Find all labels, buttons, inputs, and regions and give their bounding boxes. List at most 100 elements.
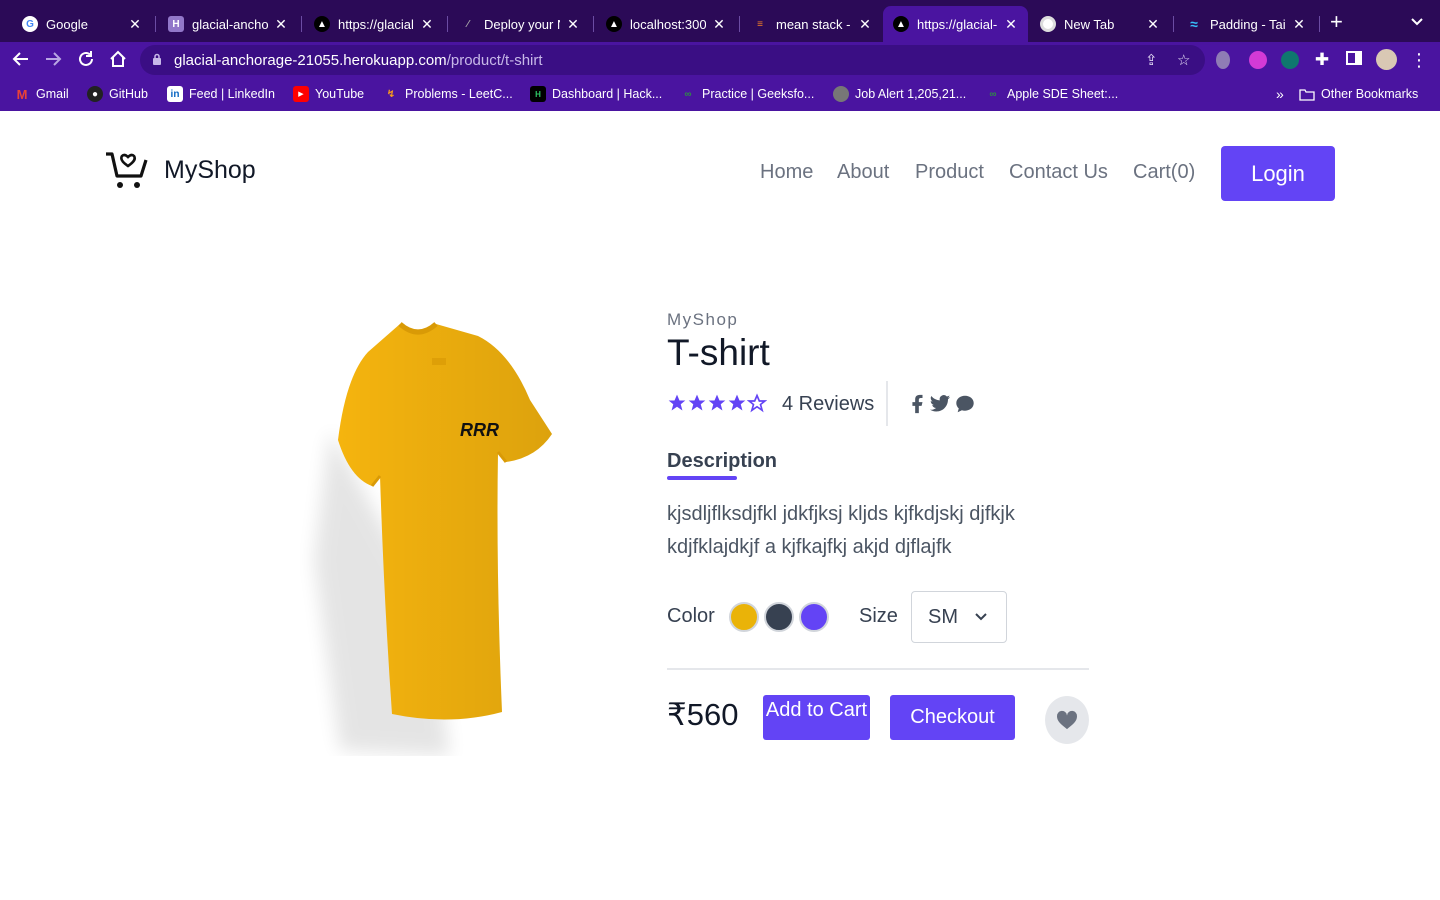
shopping-cart-heart-icon <box>106 152 148 188</box>
tab-label: mean stack - <box>776 16 851 32</box>
bookmark-item[interactable]: Job Alert 1,205,21... <box>833 86 966 102</box>
twitter-icon[interactable] <box>929 393 951 415</box>
tab-label: https://glacial- <box>338 16 414 32</box>
new-tab-button[interactable]: + <box>1330 11 1343 33</box>
star-filled-icon <box>668 394 686 411</box>
browser-tabstrip: G Google ✕ H glacial-anchor ✕ ▲ https://… <box>0 0 1440 42</box>
bookmark-item[interactable]: in Feed | LinkedIn <box>167 86 275 102</box>
facebook-icon[interactable] <box>906 393 928 415</box>
browser-tab[interactable]: G Google ✕ <box>12 6 152 42</box>
divider <box>667 668 1089 670</box>
wishlist-button[interactable] <box>1045 696 1089 744</box>
checkout-button[interactable]: Checkout <box>890 695 1015 740</box>
site-logo[interactable]: MyShop <box>104 150 256 190</box>
close-icon[interactable]: ✕ <box>566 16 580 33</box>
nav-home[interactable]: Home <box>760 161 813 184</box>
browser-tab[interactable]: ≡ mean stack - ✕ <box>742 6 882 42</box>
close-icon[interactable]: ✕ <box>858 16 872 33</box>
close-icon[interactable]: ✕ <box>420 16 434 33</box>
chat-bubble-icon[interactable] <box>954 393 976 415</box>
extension-icon[interactable] <box>1216 51 1230 69</box>
color-label: Color <box>667 605 715 627</box>
gmail-icon: M <box>16 86 28 102</box>
color-swatch-slate[interactable] <box>764 602 794 632</box>
youtube-icon: ▶ <box>293 86 309 102</box>
tab-label: https://glacial- <box>917 16 998 32</box>
other-bookmarks[interactable]: Other Bookmarks <box>1299 86 1418 102</box>
product-description: kjsdljflksdjfkl jdkfjksj kljds kjfkdjskj… <box>667 503 1015 558</box>
tab-divider <box>447 16 448 32</box>
globe-icon <box>833 86 849 102</box>
tab-divider <box>155 16 156 32</box>
bookmark-item[interactable]: H Dashboard | Hack... <box>530 86 662 102</box>
product-price: ₹560 <box>667 697 739 732</box>
divider <box>886 381 888 426</box>
chevron-down-icon <box>975 613 987 621</box>
linkedin-icon: in <box>167 86 183 102</box>
bookmark-item[interactable]: ▶ YouTube <box>293 86 364 102</box>
bookmark-item[interactable]: ↯ Problems - LeetC... <box>383 86 513 102</box>
close-icon[interactable]: ✕ <box>1146 16 1160 33</box>
browser-tab[interactable]: New Tab ✕ <box>1030 6 1170 42</box>
nav-cart[interactable]: Cart(0) <box>1133 161 1195 184</box>
tab-search-chevron-icon[interactable] <box>1410 14 1424 30</box>
browser-tab[interactable]: ▲ https://glacial- ✕ <box>304 6 444 42</box>
side-panel-icon[interactable] <box>1343 50 1365 70</box>
description-tab[interactable]: Description <box>667 450 777 473</box>
tailwind-icon: ≈ <box>1190 16 1198 32</box>
home-icon[interactable] <box>107 50 129 72</box>
reload-icon[interactable] <box>75 50 97 72</box>
bookmark-item[interactable]: ● GitHub <box>87 86 148 102</box>
vercel-triangle-icon: ▲ <box>606 16 622 32</box>
reviews-count[interactable]: 4 Reviews <box>782 393 874 416</box>
product-title: T-shirt <box>667 332 770 373</box>
close-icon[interactable]: ✕ <box>1004 16 1018 33</box>
tab-label: Google <box>46 16 88 32</box>
size-selected-value: SM <box>928 605 958 628</box>
close-icon[interactable]: ✕ <box>712 16 726 33</box>
browser-tab[interactable]: ≈ Padding - Tail ✕ <box>1176 6 1316 42</box>
react-devtools-icon[interactable] <box>1281 51 1299 69</box>
address-bar[interactable]: glacial-anchorage-21055.herokuapp.com/pr… <box>140 45 1205 75</box>
nav-product[interactable]: Product <box>915 161 984 184</box>
browser-tab[interactable]: H glacial-anchor ✕ <box>158 6 298 42</box>
close-icon[interactable]: ✕ <box>1292 16 1306 33</box>
bookmarks-overflow-button[interactable]: » <box>1276 86 1284 102</box>
color-swatch-yellow[interactable] <box>729 602 759 632</box>
profile-avatar[interactable] <box>1376 49 1397 70</box>
close-icon[interactable]: ✕ <box>274 16 288 33</box>
leetcode-icon: ↯ <box>386 88 396 100</box>
bookmark-item[interactable]: M Gmail <box>14 86 69 102</box>
browser-tab-active[interactable]: ▲ https://glacial- ✕ <box>883 6 1028 42</box>
color-swatch-purple[interactable] <box>799 602 829 632</box>
add-to-cart-button[interactable]: Add to Cart <box>763 695 870 740</box>
bookmark-star-icon[interactable]: ☆ <box>1177 51 1190 69</box>
tab-divider <box>301 16 302 32</box>
tab-divider <box>593 16 594 32</box>
size-select[interactable]: SM <box>911 591 1007 643</box>
bookmark-item[interactable]: ∞ Practice | Geeksfo... <box>680 86 814 102</box>
bookmark-item[interactable]: ∞ Apple SDE Sheet:... <box>985 86 1118 102</box>
tab-label: glacial-anchor <box>192 16 268 32</box>
forward-arrow-icon[interactable] <box>42 50 64 72</box>
share-icon[interactable]: ⇪ <box>1145 51 1158 69</box>
extensions-puzzle-icon[interactable]: ✚ <box>1311 50 1333 70</box>
kebab-menu-icon[interactable]: ⋮ <box>1408 50 1430 70</box>
tab-label: localhost:300 <box>630 16 706 32</box>
tab-label: Deploy your N <box>484 16 560 32</box>
extension-globe-icon[interactable] <box>1249 51 1267 69</box>
nav-contact-us[interactable]: Contact Us <box>1009 161 1108 184</box>
vercel-triangle-icon: ▲ <box>893 16 909 32</box>
browser-tab[interactable]: ⁄ Deploy your N ✕ <box>450 6 590 42</box>
url-text: glacial-anchorage-21055.herokuapp.com/pr… <box>174 52 543 69</box>
back-arrow-icon[interactable] <box>10 50 32 72</box>
tab-divider <box>1173 16 1174 32</box>
login-button[interactable]: Login <box>1221 146 1335 201</box>
google-icon: G <box>22 16 38 32</box>
star-filled-icon <box>708 394 726 411</box>
tab-label: New Tab <box>1064 16 1115 32</box>
browser-tab[interactable]: ▲ localhost:300 ✕ <box>596 6 736 42</box>
close-icon[interactable]: ✕ <box>128 16 142 33</box>
vercel-triangle-icon: ▲ <box>314 16 330 32</box>
nav-about[interactable]: About <box>837 161 889 184</box>
